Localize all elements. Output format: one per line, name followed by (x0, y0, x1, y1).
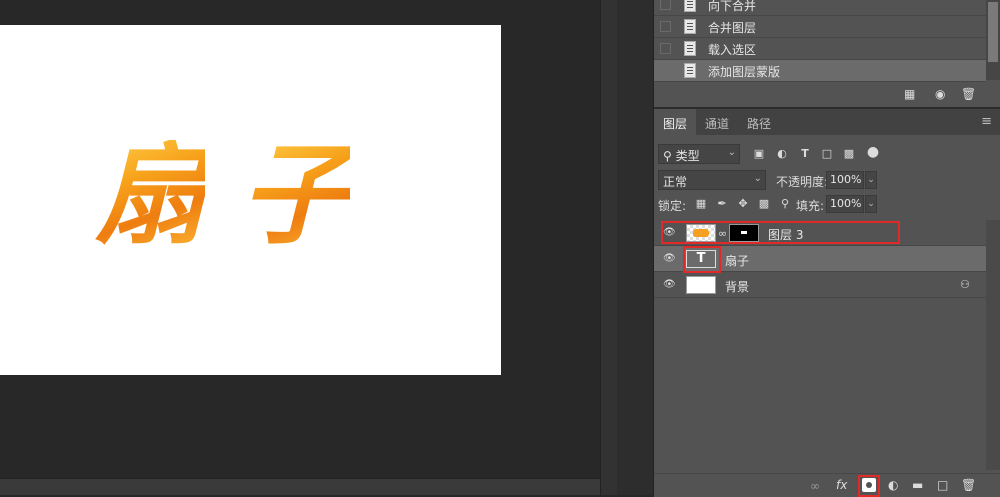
panel-dock-gutter (617, 0, 654, 495)
history-state-icon (684, 63, 696, 78)
lock-image-icon[interactable]: ✒ (715, 197, 729, 211)
history-state-icon (684, 0, 696, 12)
lock-transparent-icon[interactable]: ▦ (694, 197, 708, 211)
smart-object-filter-icon[interactable]: ▩ (842, 147, 856, 161)
new-snapshot-icon[interactable]: ▦ (904, 87, 915, 101)
fx-icon[interactable]: fx (836, 478, 847, 492)
history-footer: ▦ ◉ 🗑 (654, 82, 1000, 105)
background-thumbnail (686, 276, 716, 294)
layer-filter-dropdown[interactable]: ⚲ 类型 ⌄ (658, 144, 740, 164)
history-item[interactable]: 合并图层 (654, 16, 986, 38)
canvas-vertical-scrollbar[interactable] (600, 0, 617, 495)
history-item-label: 载入选区 (708, 43, 757, 57)
right-panel-dock: 向下合并 合并图层 载入选区 添加图层蒙版 ▦ ◉ 🗑 图层 通道 路径 ≡ ⚲… (654, 0, 1000, 497)
new-layer-icon[interactable]: □ (937, 478, 948, 492)
trash-icon[interactable]: 🗑 (961, 87, 976, 101)
layers-panel: 图层 通道 路径 ≡ ⚲ 类型 ⌄ ▣ ◐ T □ ▩ ● 正常 ⌄ 不透明度:… (654, 107, 1000, 497)
canvas-area[interactable]: 扇 子 (0, 0, 600, 495)
highlight-box-layer-3 (661, 221, 900, 244)
chevron-down-icon: ⌄ (727, 147, 736, 158)
lock-position-icon[interactable]: ✥ (736, 197, 750, 211)
filter-toggle-icon[interactable]: ● (866, 145, 880, 159)
history-checkbox[interactable] (660, 21, 671, 32)
fill-dropdown-arrow[interactable]: ⌄ (865, 195, 877, 213)
layer-name: 背景 (725, 280, 750, 294)
canvas-glyph-shan: 扇 (95, 130, 205, 259)
tab-layers[interactable]: 图层 (654, 109, 697, 135)
panel-menu-icon[interactable]: ≡ (981, 114, 992, 129)
history-checkbox[interactable] (660, 65, 671, 76)
history-state-icon (684, 19, 696, 34)
adjustment-filter-icon[interactable]: ◐ (775, 147, 789, 161)
lock-icon: ⚇ (960, 278, 970, 291)
history-state-icon (684, 41, 696, 56)
history-checkbox[interactable] (660, 0, 671, 10)
link-icon[interactable]: ∞ (810, 479, 820, 493)
tab-channels[interactable]: 通道 (696, 109, 738, 135)
history-item-label: 合并图层 (708, 21, 757, 35)
layers-scrollbar[interactable] (986, 220, 1000, 470)
lock-artboard-icon[interactable]: ▩ (757, 197, 771, 211)
folder-icon[interactable]: ▬ (912, 478, 923, 492)
layer-row[interactable]: 👁 背景 ⚇ (654, 272, 986, 298)
blend-mode-dropdown[interactable]: 正常 ⌄ (658, 170, 766, 190)
search-icon: ⚲ (663, 149, 672, 163)
highlight-box-text-thumb (683, 246, 721, 273)
trash-icon[interactable]: 🗑 (961, 478, 976, 492)
history-item[interactable]: 载入选区 (654, 38, 986, 60)
layer-name: 扇子 (725, 254, 750, 268)
eye-icon[interactable]: 👁 (663, 253, 676, 265)
history-item-label: 添加图层蒙版 (708, 65, 781, 79)
history-scroll-thumb[interactable] (988, 2, 998, 62)
document-canvas[interactable]: 扇 子 (0, 25, 501, 375)
opacity-label: 不透明度: (776, 175, 829, 189)
blend-mode-value: 正常 (663, 175, 688, 189)
highlight-box-add-mask (858, 475, 880, 497)
chevron-down-icon: ⌄ (753, 173, 762, 184)
shape-filter-icon[interactable]: □ (820, 147, 834, 161)
camera-icon[interactable]: ◉ (935, 87, 945, 101)
opacity-input[interactable]: 100% (826, 171, 864, 189)
history-checkbox[interactable] (660, 43, 671, 54)
history-panel: 向下合并 合并图层 载入选区 添加图层蒙版 ▦ ◉ 🗑 (654, 0, 1000, 105)
eye-icon[interactable]: 👁 (663, 279, 676, 291)
canvas-horizontal-scrollbar[interactable] (0, 478, 600, 495)
history-item-selected[interactable]: 添加图层蒙版 (654, 60, 986, 82)
fill-input[interactable]: 100% (826, 195, 864, 213)
opacity-dropdown-arrow[interactable]: ⌄ (865, 171, 877, 189)
type-filter-icon[interactable]: T (798, 147, 812, 161)
tab-paths[interactable]: 路径 (738, 109, 780, 135)
history-item-label: 向下合并 (708, 0, 757, 13)
layer-filter-label: 类型 (675, 149, 700, 163)
layers-tabbar: 图层 通道 路径 ≡ (654, 109, 1000, 135)
lock-label: 锁定: (658, 199, 687, 213)
layers-footer: ∞ fx ◐ ▬ □ 🗑 (654, 473, 1000, 497)
fill-label: 填充: (796, 199, 825, 213)
pixel-filter-icon[interactable]: ▣ (752, 147, 766, 161)
lock-all-icon[interactable]: ⚲ (778, 197, 792, 211)
adjustment-icon[interactable]: ◐ (888, 478, 898, 492)
canvas-glyph-zi: 子 (240, 130, 350, 259)
history-item[interactable]: 向下合并 (654, 0, 986, 16)
